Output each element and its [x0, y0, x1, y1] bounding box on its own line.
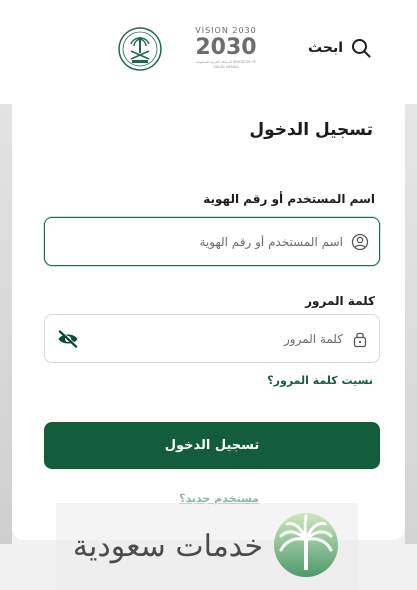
search-icon [351, 38, 371, 58]
username-input[interactable] [55, 218, 343, 265]
password-input[interactable] [55, 315, 343, 362]
background-left-strip [0, 104, 12, 544]
vision-subtitle: المملكة العربية السعودية KINGDOM OF SAUD… [195, 60, 257, 69]
search-label: ابحث [308, 40, 343, 56]
login-card: تسجيل الدخول اسم المستخدم أو رقم الهوية … [12, 92, 405, 540]
saudi-emblem-logo [118, 27, 162, 71]
vision-2030-logo: VISION 2030 2030 المملكة العربية السعودي… [190, 26, 262, 74]
lock-icon [351, 330, 369, 348]
page-title: تسجيل الدخول [249, 120, 373, 140]
palm-tree-logo-icon [271, 510, 341, 584]
background-right-strip [405, 104, 417, 544]
watermark-text: خدمات سعودية [72, 529, 264, 564]
password-label: كلمة المرور [305, 294, 375, 308]
watermark-overlay: خدمات سعودية [56, 503, 358, 590]
password-field[interactable] [44, 314, 380, 363]
hide-password-eye-icon[interactable] [57, 330, 79, 352]
vision-number: 2030 [195, 35, 257, 60]
username-field[interactable] [44, 217, 380, 266]
user-icon [351, 233, 369, 251]
forgot-password-link[interactable]: نسيت كلمة المرور؟ [267, 374, 373, 387]
login-button[interactable]: تسجيل الدخول [44, 422, 380, 469]
top-header: VISION 2030 2030 المملكة العربية السعودي… [0, 0, 417, 104]
username-label: اسم المستخدم أو رقم الهوية [203, 192, 375, 206]
search-button[interactable]: ابحث [308, 38, 371, 58]
